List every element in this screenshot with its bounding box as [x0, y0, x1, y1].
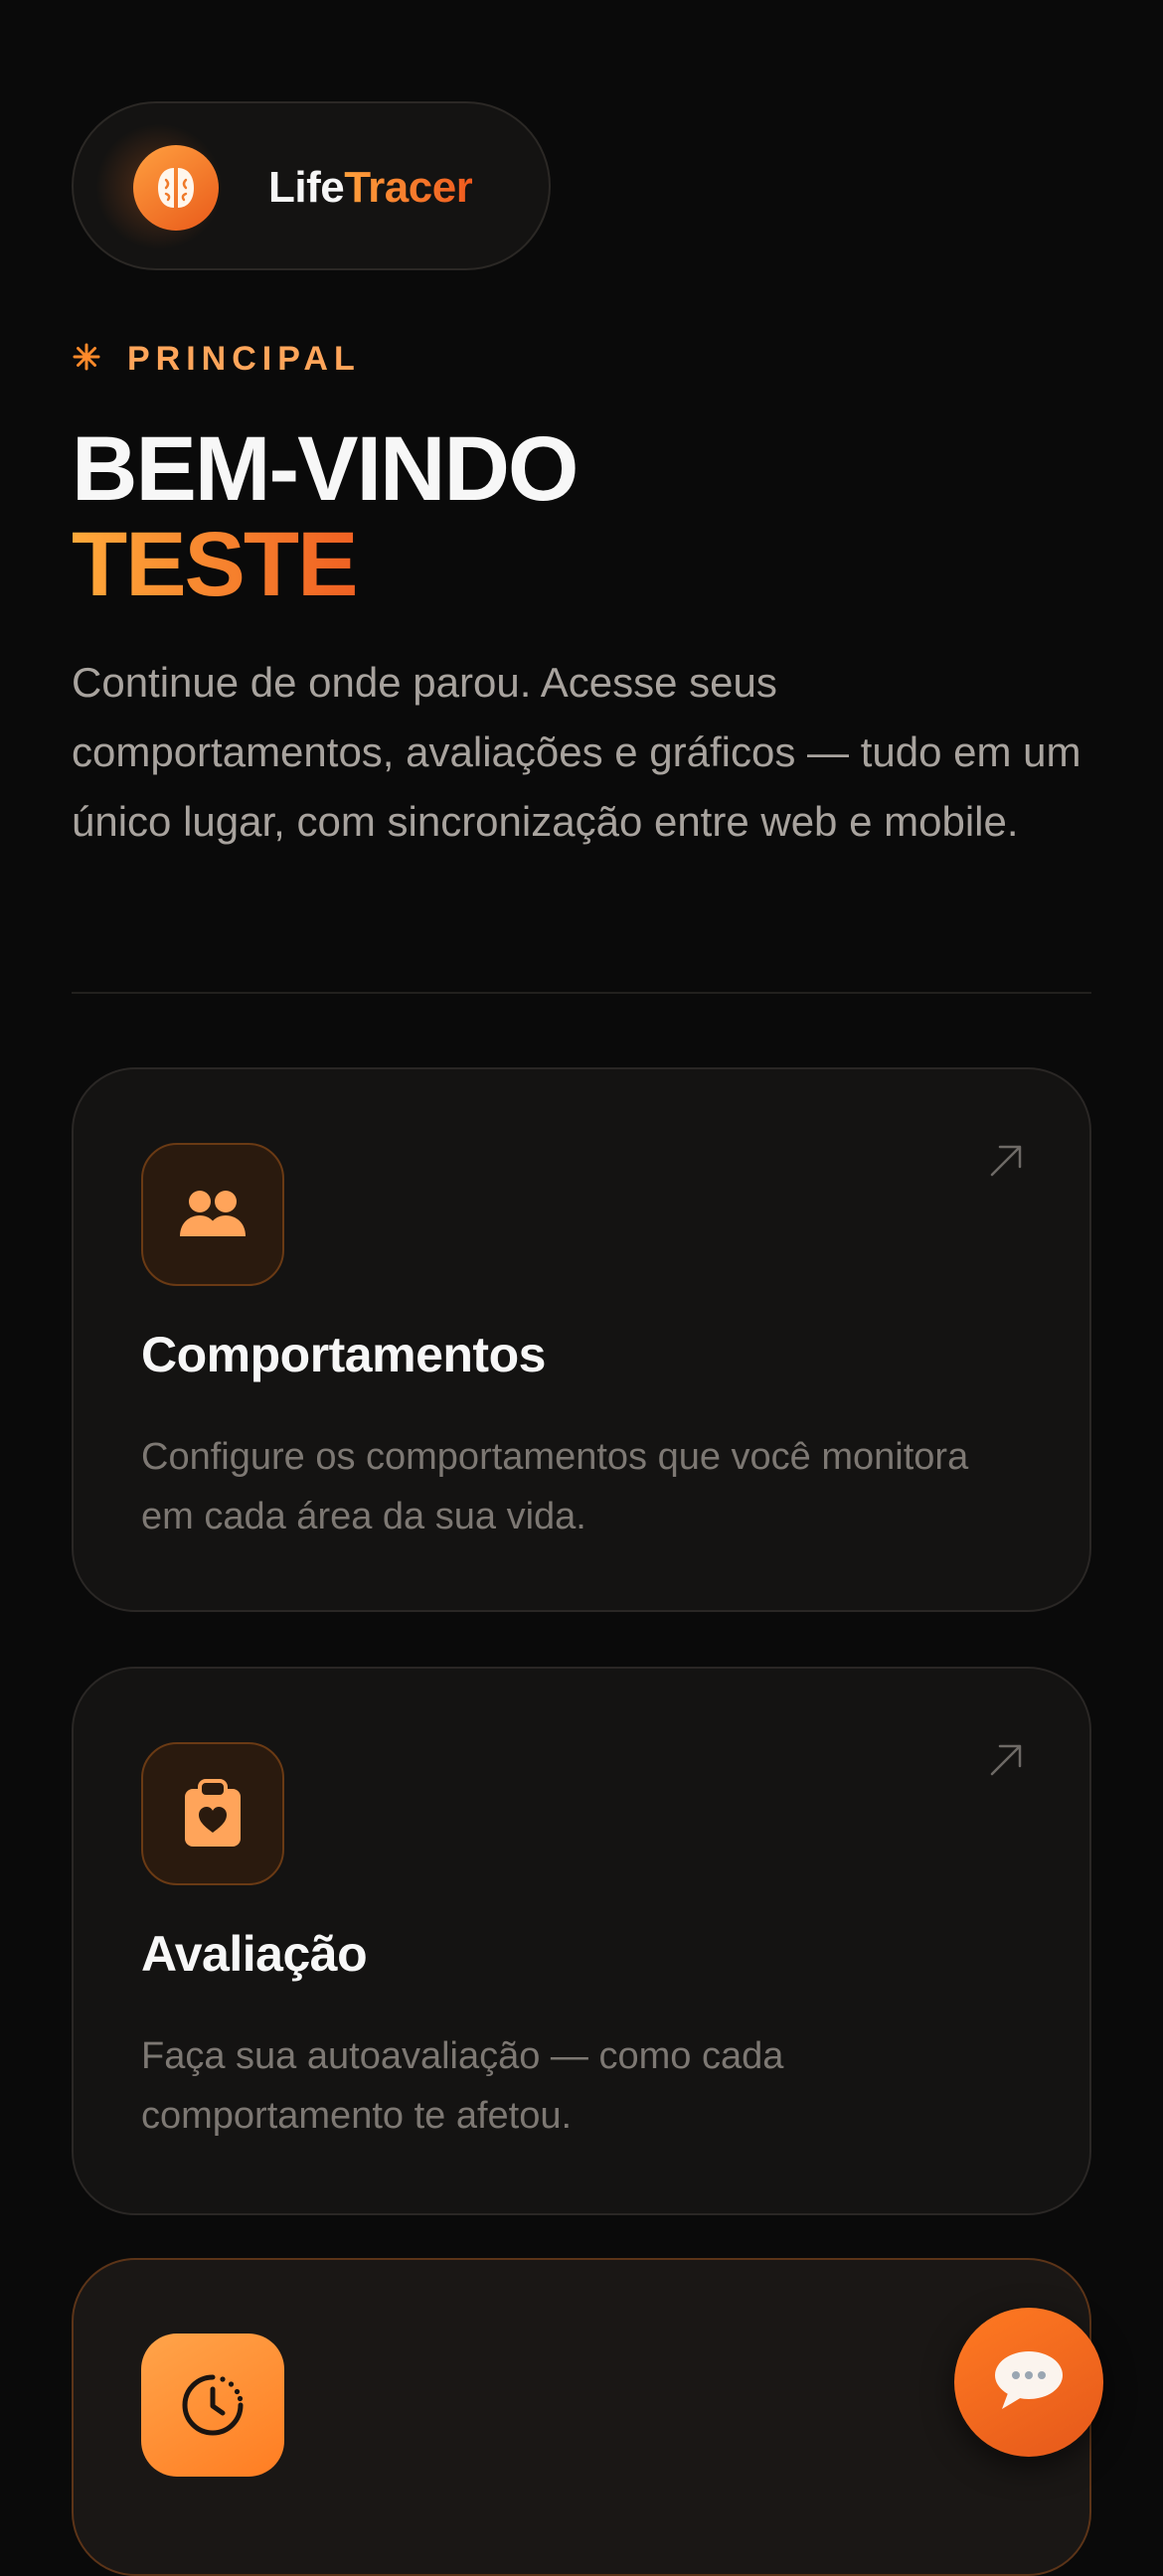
card-history[interactable]	[72, 2258, 1091, 2576]
card-description: Faça sua autoavaliação — como cada compo…	[141, 2035, 784, 2137]
clipboard-heart-icon	[141, 1742, 284, 1885]
page-title: BEM-VINDO TESTE	[72, 418, 579, 612]
brand-name-part2: Tracer	[344, 163, 473, 212]
arrow-up-right-icon	[986, 1141, 1026, 1181]
arrow-up-right-icon	[986, 1740, 1026, 1780]
brand-name: LifeTracer	[268, 163, 473, 213]
title-line-2: TESTE	[72, 517, 390, 612]
brand-logo[interactable]: LifeTracer	[72, 101, 551, 270]
intro-text: Continue de onde parou. Acesse seus comp…	[72, 659, 1081, 845]
card-title: Avaliação	[141, 1926, 368, 1982]
brand-name-part1: Life	[268, 163, 345, 212]
card-comportamentos[interactable]: Comportamentos Configure os comportament…	[72, 1067, 1091, 1612]
card-title: Comportamentos	[141, 1327, 546, 1382]
clock-history-icon	[141, 2334, 284, 2477]
asterisk-icon	[72, 342, 107, 378]
chat-bubble-icon	[992, 2347, 1066, 2418]
brain-icon	[133, 145, 219, 231]
section-eyebrow: PRINCIPAL	[72, 340, 361, 379]
title-line-1: BEM-VINDO	[72, 418, 579, 520]
card-avaliacao[interactable]: Avaliação Faça sua autoavaliação — como …	[72, 1667, 1091, 2215]
users-icon	[141, 1143, 284, 1286]
card-description: Configure os comportamentos que você mon…	[141, 1436, 969, 1537]
divider	[72, 992, 1091, 994]
eyebrow-label: PRINCIPAL	[127, 340, 361, 378]
chat-button[interactable]	[954, 2308, 1103, 2457]
